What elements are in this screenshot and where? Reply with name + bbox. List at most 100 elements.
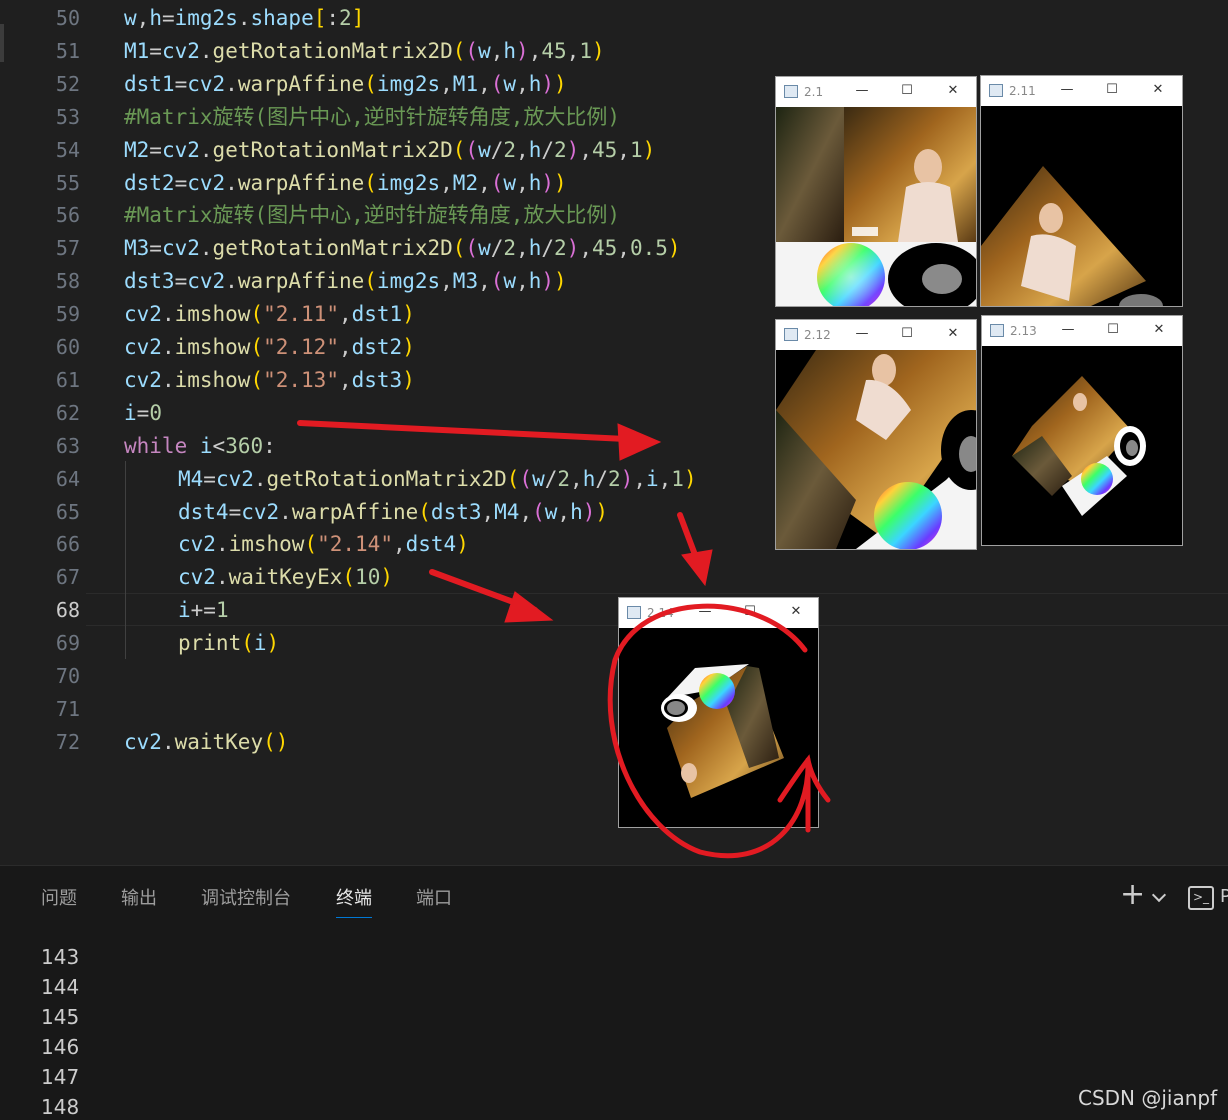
image-window-2-13[interactable]: 2.13 — ☐ ✕ (981, 315, 1183, 546)
code-text[interactable]: cv2.imshow("2.12",dst2) (124, 331, 415, 364)
line-number: 59 (55, 302, 80, 327)
terminal-output-line: 145 (41, 1005, 80, 1029)
line-number: 51 (55, 38, 80, 63)
code-line[interactable]: 67 cv2.waitKeyEx(10) (0, 561, 1228, 594)
code-text[interactable]: dst2=cv2.warpAffine(img2s,M2,(w,h)) (124, 167, 567, 200)
chevron-down-icon[interactable] (1151, 887, 1167, 903)
code-text[interactable]: print(i) (178, 627, 279, 660)
code-text[interactable]: M2=cv2.getRotationMatrix2D((w/2,h/2),45,… (124, 134, 655, 167)
code-text[interactable]: cv2.imshow("2.11",dst1) (124, 298, 415, 331)
line-number: 57 (55, 236, 80, 261)
tab-debug-console[interactable]: 调试控制台 (201, 886, 291, 912)
image-window-2-12[interactable]: 2.12 — ☐ ✕ (775, 319, 977, 550)
close-button[interactable]: ✕ (943, 83, 963, 98)
code-line[interactable]: 50 w,h=img2s.shape[:2] (0, 2, 1228, 35)
terminal-icon[interactable]: >_ (1188, 886, 1214, 910)
tab-terminal[interactable]: 终端 (336, 886, 372, 918)
window-titlebar[interactable]: 2.11 — ☐ ✕ (981, 76, 1182, 106)
minimize-button[interactable]: — (695, 604, 715, 619)
maximize-button[interactable]: ☐ (740, 604, 760, 619)
line-number: 66 (55, 532, 80, 557)
line-number: 69 (55, 631, 80, 656)
code-line[interactable]: 68 i+=1 (0, 594, 1228, 627)
code-text[interactable]: i=0 (124, 397, 162, 430)
line-number: 70 (55, 664, 80, 688)
window-titlebar[interactable]: 2.14 — ☐ ✕ (619, 598, 818, 628)
close-button[interactable]: ✕ (943, 326, 963, 341)
image-window-2-11[interactable]: 2.11 — ☐ ✕ (980, 75, 1183, 307)
line-number: 72 (55, 729, 80, 754)
line-number: 50 (55, 6, 80, 30)
line-number: 56 (55, 203, 80, 228)
code-text[interactable]: M4=cv2.getRotationMatrix2D((w/2,h/2),i,1… (178, 463, 697, 496)
line-number: 58 (55, 269, 80, 294)
window-title: 2.11 (1009, 84, 1036, 98)
code-text[interactable]: M1=cv2.getRotationMatrix2D((w,h),45,1) (124, 35, 605, 68)
app-icon (989, 84, 1003, 97)
code-line[interactable]: 72 cv2.waitKey() (0, 726, 1228, 759)
window-titlebar[interactable]: 2.13 — ☐ ✕ (982, 316, 1182, 346)
line-number: 63 (55, 433, 80, 458)
line-number: 67 (55, 565, 80, 590)
image-window-2-1[interactable]: 2.1 — ☐ ✕ (775, 76, 977, 307)
window-titlebar[interactable]: 2.12 — ☐ ✕ (776, 320, 976, 350)
tab-output[interactable]: 输出 (121, 886, 157, 912)
close-button[interactable]: ✕ (1149, 322, 1169, 337)
close-button[interactable]: ✕ (786, 604, 806, 619)
line-number: 61 (55, 367, 80, 392)
maximize-button[interactable]: ☐ (897, 326, 917, 341)
bottom-panel: 问题 输出 调试控制台 终端 端口 + >_ P 143 144 145 146… (0, 865, 1228, 1120)
window-image (982, 346, 1182, 545)
code-text[interactable]: cv2.waitKeyEx(10) (178, 561, 393, 594)
terminal-name-label[interactable]: P (1220, 886, 1228, 907)
tab-ports[interactable]: 端口 (416, 886, 452, 912)
code-line[interactable]: 69 print(i) (0, 627, 1228, 660)
minimize-button[interactable]: — (1058, 322, 1078, 337)
line-number: 68 (55, 598, 80, 623)
window-title: 2.12 (804, 328, 831, 342)
window-image (981, 106, 1182, 306)
code-text[interactable]: dst1=cv2.warpAffine(img2s,M1,(w,h)) (124, 68, 567, 101)
code-text[interactable]: dst4=cv2.warpAffine(dst3,M4,(w,h)) (178, 496, 608, 529)
code-text[interactable]: w,h=img2s.shape[:2] (124, 2, 364, 35)
minimize-button[interactable]: — (1057, 82, 1077, 97)
line-number: 71 (55, 696, 80, 721)
code-text[interactable]: cv2.imshow("2.13",dst3) (124, 364, 415, 397)
code-text[interactable]: cv2.waitKey() (124, 726, 288, 759)
code-text[interactable]: #Matrix旋转(图片中心,逆时针旋转角度,放大比例) (124, 101, 620, 134)
tab-problems[interactable]: 问题 (41, 886, 77, 912)
line-number: 62 (55, 400, 80, 425)
window-image (619, 628, 818, 827)
line-number: 65 (55, 499, 80, 524)
line-number: 52 (55, 71, 80, 96)
code-line[interactable]: 71 (0, 693, 1228, 726)
line-number: 60 (55, 335, 80, 359)
code-text[interactable]: i+=1 (178, 594, 229, 627)
line-number: 55 (55, 170, 80, 195)
line-number: 53 (55, 104, 80, 129)
terminal-output-line: 147 (41, 1065, 80, 1089)
close-button[interactable]: ✕ (1148, 82, 1168, 97)
minimize-button[interactable]: — (852, 83, 872, 98)
code-line[interactable]: 70 (0, 660, 1228, 693)
code-text[interactable]: dst3=cv2.warpAffine(img2s,M3,(w,h)) (124, 265, 567, 298)
maximize-button[interactable]: ☐ (1103, 322, 1123, 337)
image-window-2-14[interactable]: 2.14 — ☐ ✕ (618, 597, 819, 828)
window-title: 2.13 (1010, 324, 1037, 338)
maximize-button[interactable]: ☐ (1102, 82, 1122, 97)
line-number: 54 (55, 137, 80, 162)
maximize-button[interactable]: ☐ (897, 83, 917, 98)
code-text[interactable]: while i<360: (124, 430, 276, 463)
new-terminal-plus-icon[interactable]: + (1120, 880, 1145, 910)
window-titlebar[interactable]: 2.1 — ☐ ✕ (776, 77, 976, 107)
window-image (776, 350, 976, 549)
terminal-output-line: 148 (41, 1095, 80, 1119)
window-image (776, 107, 976, 306)
image-caption (852, 227, 878, 236)
terminal-output-line: 143 (41, 945, 80, 969)
code-text[interactable]: #Matrix旋转(图片中心,逆时针旋转角度,放大比例) (124, 199, 620, 232)
code-line[interactable]: 51 M1=cv2.getRotationMatrix2D((w,h),45,1) (0, 35, 1228, 68)
code-text[interactable]: cv2.imshow("2.14",dst4) (178, 528, 469, 561)
code-text[interactable]: M3=cv2.getRotationMatrix2D((w/2,h/2),45,… (124, 232, 681, 265)
minimize-button[interactable]: — (852, 326, 872, 341)
